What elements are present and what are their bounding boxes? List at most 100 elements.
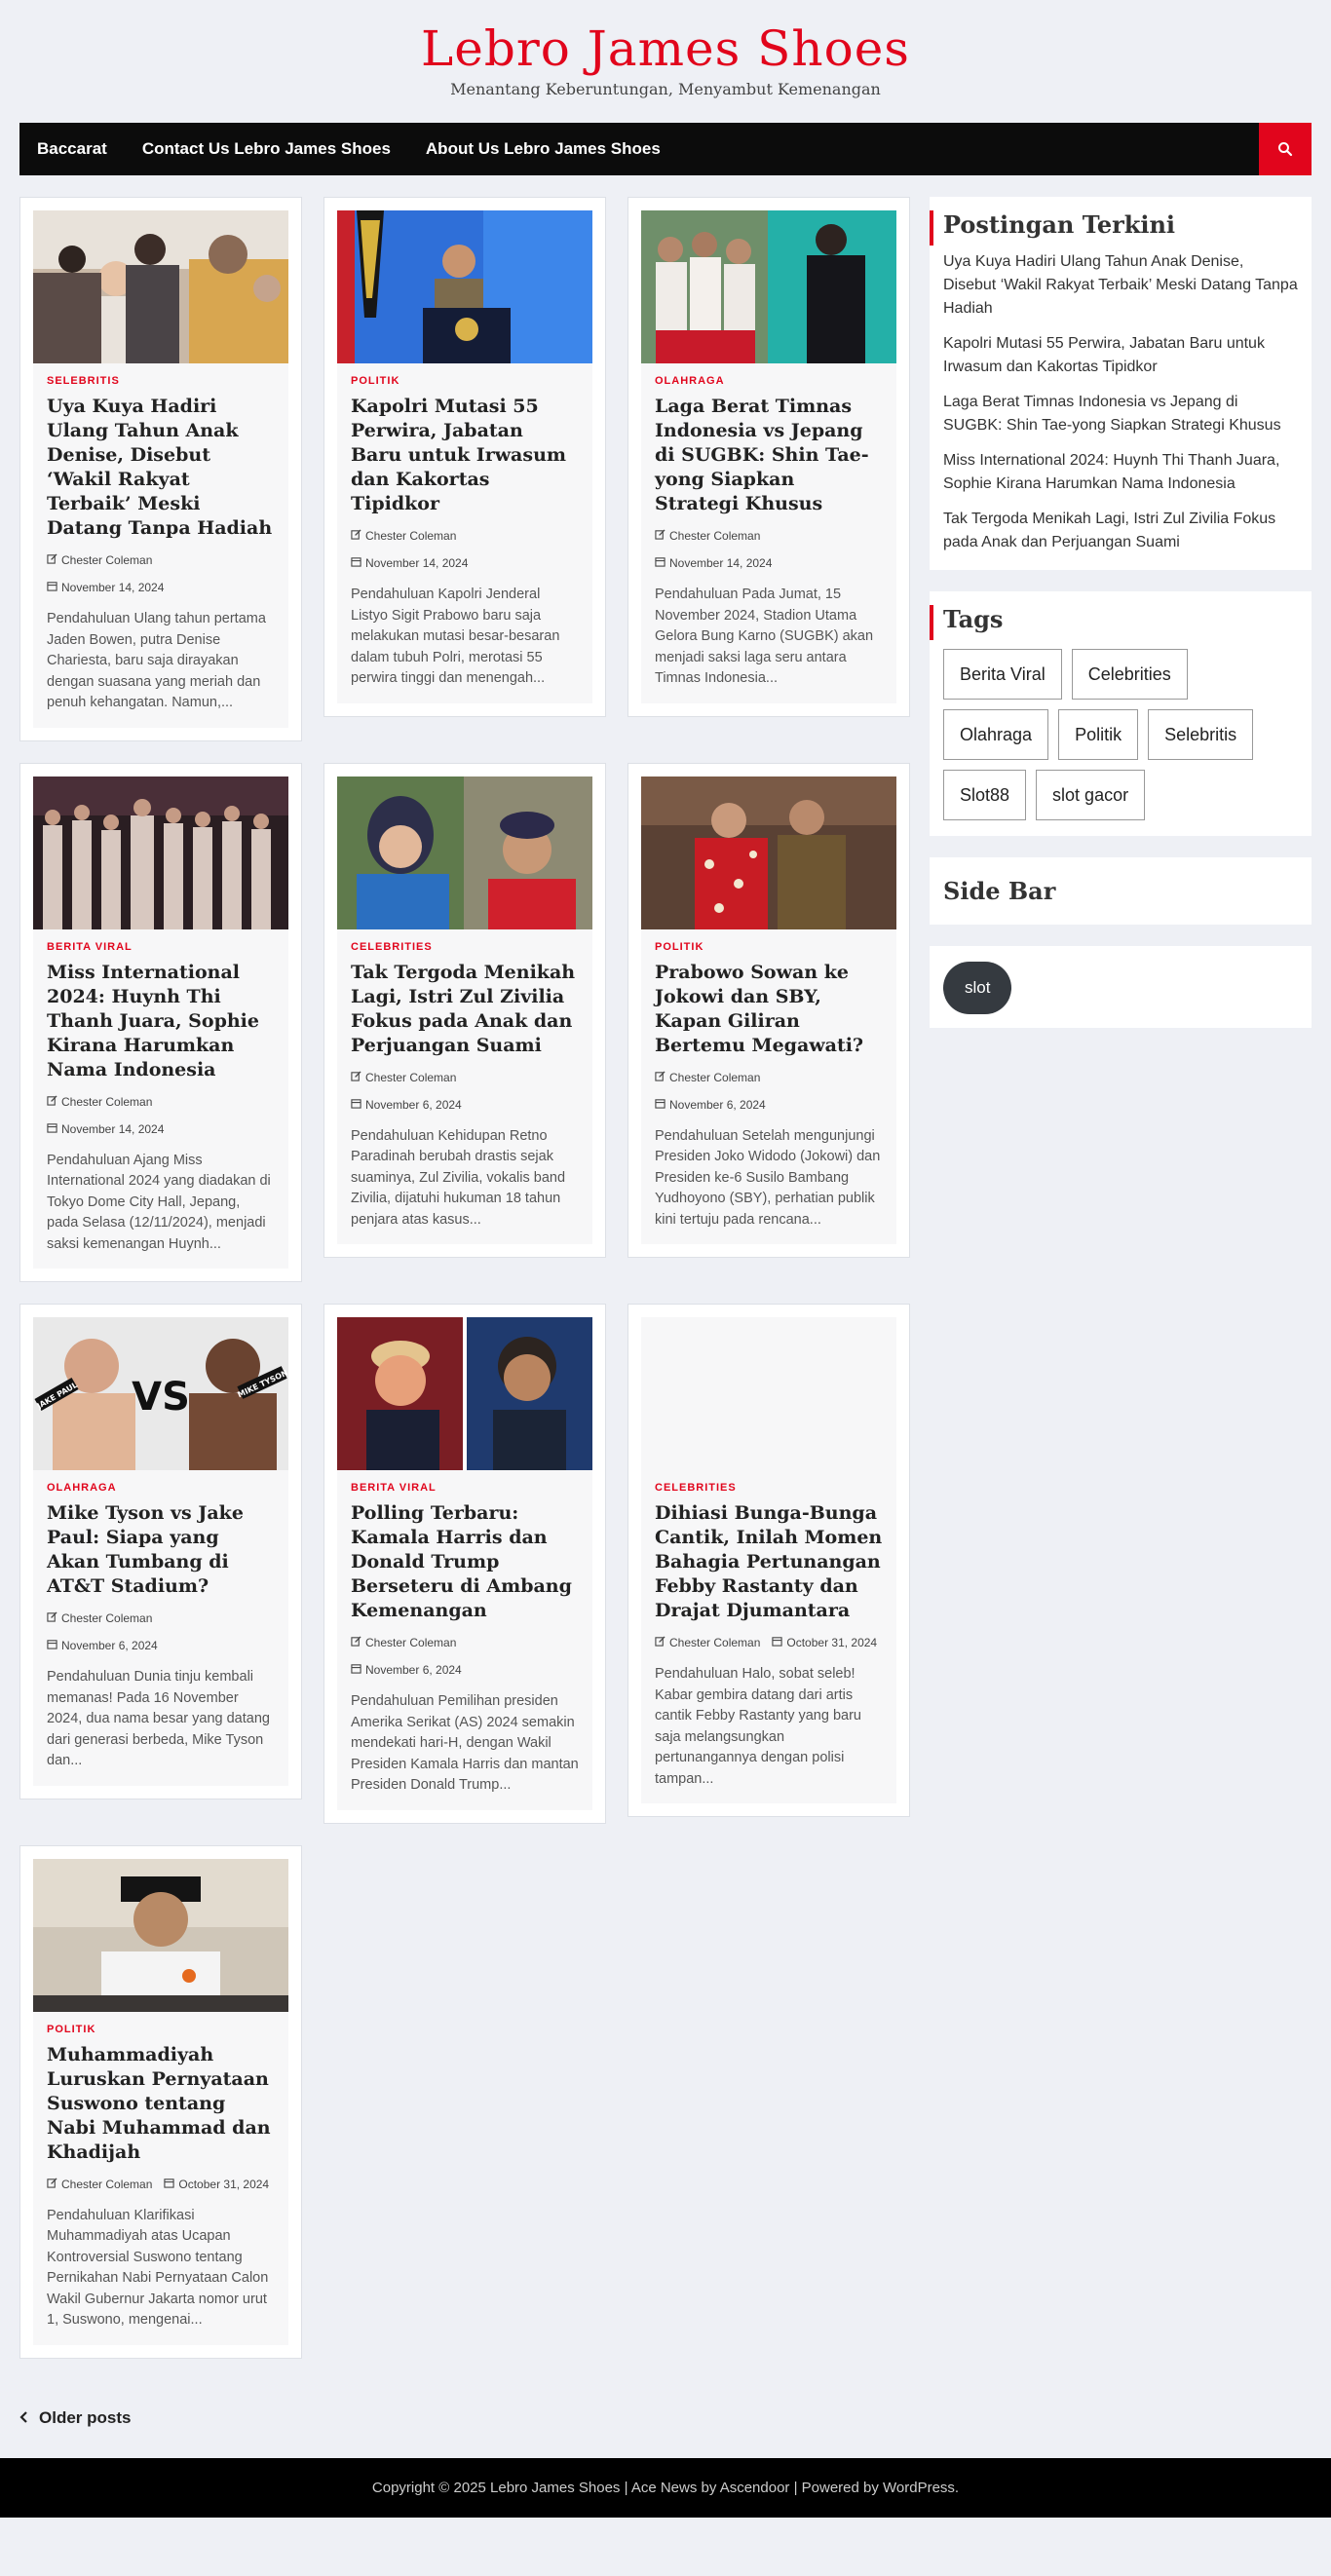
tag-link[interactable]: slot gacor bbox=[1036, 770, 1146, 820]
calendar-icon bbox=[772, 1633, 783, 1652]
post-author[interactable]: Chester Coleman bbox=[61, 1609, 152, 1628]
edit-icon bbox=[351, 1068, 361, 1087]
nav-item-about-us[interactable]: About Us Lebro James Shoes bbox=[408, 123, 678, 175]
edit-icon bbox=[351, 526, 361, 546]
post-card: SELEBRITIS Uya Kuya Hadiri Ulang Tahun A… bbox=[19, 197, 302, 741]
post-thumbnail[interactable] bbox=[33, 776, 288, 929]
post-title[interactable]: Mike Tyson vs Jake Paul: Siapa yang Akan… bbox=[47, 1501, 275, 1599]
post-date[interactable]: November 6, 2024 bbox=[365, 1095, 462, 1115]
slot-button[interactable]: slot bbox=[943, 962, 1012, 1014]
site-footer: Copyright © 2025 Lebro James Shoes | Ace… bbox=[0, 2457, 1331, 2518]
edit-icon bbox=[351, 1633, 361, 1652]
post-title[interactable]: Uya Kuya Hadiri Ulang Tahun Anak Denise,… bbox=[47, 395, 275, 541]
post-title[interactable]: Kapolri Mutasi 55 Perwira, Jabatan Baru … bbox=[351, 395, 579, 516]
post-author[interactable]: Chester Coleman bbox=[61, 1092, 152, 1112]
post-author[interactable]: Chester Coleman bbox=[365, 1068, 456, 1087]
post-card: POLITIK Kapolri Mutasi 55 Perwira, Jabat… bbox=[323, 197, 606, 717]
calendar-icon bbox=[47, 578, 57, 597]
tag-link[interactable]: Slot88 bbox=[943, 770, 1027, 820]
tag-link[interactable]: Berita Viral bbox=[943, 649, 1062, 700]
search-button[interactable] bbox=[1259, 123, 1312, 175]
edit-icon bbox=[47, 2175, 57, 2194]
post-author[interactable]: Chester Coleman bbox=[61, 550, 152, 570]
post-category[interactable]: BERITA VIRAL bbox=[47, 941, 275, 953]
post-author[interactable]: Chester Coleman bbox=[365, 526, 456, 546]
recent-post-link[interactable]: Tak Tergoda Menikah Lagi, Istri Zul Zivi… bbox=[943, 508, 1298, 554]
edit-icon bbox=[655, 526, 666, 546]
post-title[interactable]: Miss International 2024: Huynh Thi Thanh… bbox=[47, 961, 275, 1082]
post-excerpt: Pendahuluan Halo, sobat seleb! Kabar gem… bbox=[655, 1666, 861, 1787]
post-category[interactable]: POLITIK bbox=[47, 2024, 275, 2035]
recent-post-link[interactable]: Laga Berat Timnas Indonesia vs Jepang di… bbox=[943, 391, 1298, 437]
recent-post-link[interactable]: Kapolri Mutasi 55 Perwira, Jabatan Baru … bbox=[943, 332, 1298, 379]
tag-link[interactable]: Politik bbox=[1058, 709, 1139, 760]
tag-link[interactable]: Celebrities bbox=[1071, 649, 1188, 700]
post-date[interactable]: November 6, 2024 bbox=[669, 1095, 766, 1115]
side-bar-widget: Side Bar bbox=[930, 857, 1312, 925]
post-date[interactable]: November 14, 2024 bbox=[365, 553, 468, 573]
tag-link[interactable]: Selebritis bbox=[1148, 709, 1254, 760]
post-thumbnail[interactable] bbox=[337, 210, 592, 363]
tags-widget: Tags Berita Viral Celebrities Olahraga P… bbox=[930, 591, 1312, 836]
post-title[interactable]: Muhammadiyah Luruskan Pernyataan Suswono… bbox=[47, 2043, 275, 2165]
post-category[interactable]: CELEBRITIES bbox=[351, 941, 579, 953]
calendar-icon bbox=[351, 1660, 361, 1680]
post-thumbnail[interactable] bbox=[337, 1317, 592, 1470]
post-title[interactable]: Dihiasi Bunga-Bunga Cantik, Inilah Momen… bbox=[655, 1501, 883, 1623]
post-author[interactable]: Chester Coleman bbox=[365, 1633, 456, 1652]
posts-grid: SELEBRITIS Uya Kuya Hadiri Ulang Tahun A… bbox=[19, 197, 910, 2380]
post-author[interactable]: Chester Coleman bbox=[669, 1068, 760, 1087]
nav-item-contact-us[interactable]: Contact Us Lebro James Shoes bbox=[125, 123, 408, 175]
recent-post-link[interactable]: Miss International 2024: Huynh Thi Thanh… bbox=[943, 449, 1298, 496]
tag-link[interactable]: Olahraga bbox=[943, 709, 1049, 760]
post-thumbnail[interactable] bbox=[641, 210, 896, 363]
post-category[interactable]: CELEBRITIES bbox=[655, 1482, 883, 1494]
post-category[interactable]: SELEBRITIS bbox=[47, 375, 275, 387]
post-thumbnail-empty[interactable] bbox=[641, 1317, 896, 1470]
post-title[interactable]: Laga Berat Timnas Indonesia vs Jepang di… bbox=[655, 395, 883, 516]
post-author[interactable]: Chester Coleman bbox=[669, 1633, 760, 1652]
post-thumbnail[interactable] bbox=[33, 210, 288, 363]
post-title[interactable]: Prabowo Sowan ke Jokowi dan SBY, Kapan G… bbox=[655, 961, 883, 1058]
post-category[interactable]: OLAHRAGA bbox=[47, 1482, 275, 1494]
recent-post-link[interactable]: Uya Kuya Hadiri Ulang Tahun Anak Denise,… bbox=[943, 250, 1298, 321]
post-thumbnail[interactable] bbox=[33, 1858, 288, 2012]
tags-title: Tags bbox=[943, 605, 1298, 633]
post-date[interactable]: October 31, 2024 bbox=[786, 1633, 877, 1652]
post-card: POLITIK Prabowo Sowan ke Jokowi dan SBY,… bbox=[627, 762, 910, 1258]
post-excerpt: Pendahuluan Pada Jumat, 15 November 2024… bbox=[655, 587, 874, 686]
post-category[interactable]: OLAHRAGA bbox=[655, 375, 883, 387]
post-card: VS JAKE PAUL MIKE TYSON OLAHRAGA Mike Ty… bbox=[19, 1304, 302, 1799]
post-title[interactable]: Polling Terbaru: Kamala Harris dan Donal… bbox=[351, 1501, 579, 1623]
post-category[interactable]: BERITA VIRAL bbox=[351, 1482, 579, 1494]
post-card: BERITA VIRAL Polling Terbaru: Kamala Har… bbox=[323, 1304, 606, 1824]
post-date[interactable]: November 6, 2024 bbox=[365, 1660, 462, 1680]
post-author[interactable]: Chester Coleman bbox=[669, 526, 760, 546]
older-posts-link[interactable]: Older posts bbox=[19, 2394, 1312, 2443]
post-date[interactable]: November 14, 2024 bbox=[61, 1119, 164, 1139]
post-category[interactable]: POLITIK bbox=[351, 375, 579, 387]
post-date[interactable]: November 6, 2024 bbox=[61, 1636, 158, 1655]
footer-copyright: Copyright © 2025 Lebro James Shoes | Ace… bbox=[371, 2479, 960, 2496]
post-thumbnail[interactable] bbox=[641, 776, 896, 929]
post-excerpt: Pendahuluan Kapolri Jenderal Listyo Sigi… bbox=[351, 587, 560, 686]
post-thumbnail[interactable]: VS JAKE PAUL MIKE TYSON bbox=[33, 1317, 288, 1470]
post-date[interactable]: November 14, 2024 bbox=[669, 553, 772, 573]
nav-item-baccarat[interactable]: Baccarat bbox=[19, 123, 125, 175]
site-header: Lebro James Shoes Menantang Keberuntunga… bbox=[0, 0, 1331, 105]
post-author[interactable]: Chester Coleman bbox=[61, 2175, 152, 2194]
calendar-icon bbox=[164, 2175, 175, 2194]
slot-widget: slot bbox=[930, 946, 1312, 1028]
post-card: CELEBRITIES Tak Tergoda Menikah Lagi, Is… bbox=[323, 762, 606, 1258]
post-thumbnail[interactable] bbox=[337, 776, 592, 929]
calendar-icon bbox=[47, 1636, 57, 1655]
post-date[interactable]: November 14, 2024 bbox=[61, 578, 164, 597]
post-excerpt: Pendahuluan Ajang Miss International 202… bbox=[47, 1152, 271, 1252]
older-posts-label: Older posts bbox=[39, 2407, 132, 2427]
post-title[interactable]: Tak Tergoda Menikah Lagi, Istri Zul Zivi… bbox=[351, 961, 579, 1058]
thumb-vs-label: VS bbox=[132, 1375, 190, 1420]
site-title[interactable]: Lebro James Shoes bbox=[0, 21, 1331, 76]
post-date[interactable]: October 31, 2024 bbox=[178, 2175, 269, 2194]
post-category[interactable]: POLITIK bbox=[655, 941, 883, 953]
post-card: CELEBRITIES Dihiasi Bunga-Bunga Cantik, … bbox=[627, 1304, 910, 1817]
